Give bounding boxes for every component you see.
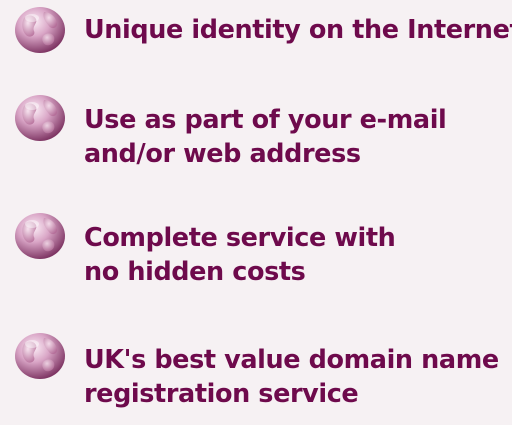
feature-line: Unique identity on the Internet: [84, 15, 512, 45]
feature-line: Use as part of your e-mail: [84, 105, 447, 135]
feature-list: Unique identity on the Internet Use as p…: [0, 0, 512, 425]
feature-text-2: Use as part of your e-mail and/or web ad…: [84, 103, 447, 171]
feature-line: and/or web address: [84, 139, 361, 169]
feature-line: Complete service with: [84, 223, 396, 253]
globe-icon: [15, 7, 65, 53]
feature-line: no hidden costs: [84, 257, 306, 287]
feature-text-1: Unique identity on the Internet: [84, 13, 512, 47]
globe-icon: [15, 333, 65, 379]
globe-icon: [15, 95, 65, 141]
feature-line: registration service: [84, 379, 359, 409]
feature-line: UK's best value domain name: [84, 345, 499, 375]
feature-text-3: Complete service with no hidden costs: [84, 221, 396, 289]
feature-text-4: UK's best value domain name registration…: [84, 343, 499, 411]
globe-icon: [15, 213, 65, 259]
